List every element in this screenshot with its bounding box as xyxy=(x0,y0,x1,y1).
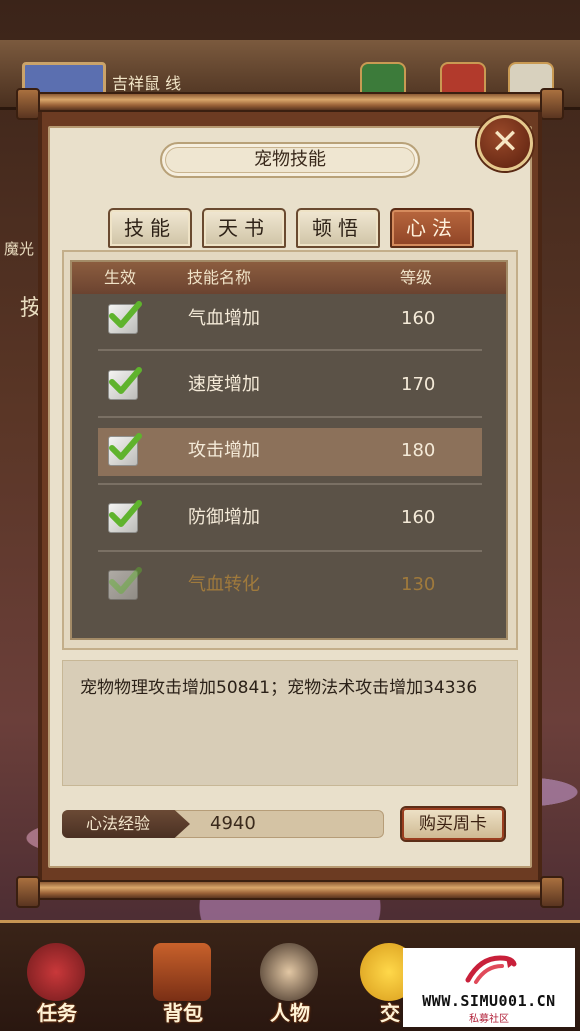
checkmark-icon xyxy=(109,367,142,394)
tab-skills[interactable]: 技能 xyxy=(108,208,192,248)
tab-enlightenment[interactable]: 顿悟 xyxy=(296,208,380,248)
tab-mind-method-label: 心法 xyxy=(406,216,458,240)
quest-scroll-icon xyxy=(27,943,85,1001)
nav-quest-label: 任务 xyxy=(37,1001,77,1025)
nav-bag[interactable]: 背包 xyxy=(138,943,228,1031)
skill-level: 160 xyxy=(401,308,436,329)
skill-name: 防御增加 xyxy=(188,507,260,528)
nav-character-label: 人物 xyxy=(270,1001,310,1025)
skill-row-disabled[interactable]: 气血转化 130 xyxy=(98,562,482,610)
skill-row-selected[interactable]: 攻击增加 180 xyxy=(98,428,482,476)
scroll-bottom-rod xyxy=(16,876,564,908)
skill-name: 速度增加 xyxy=(188,374,260,395)
dialog-title-plate: 宠物技能 xyxy=(160,142,420,178)
experience-value: 4940 xyxy=(210,813,256,834)
watermark-subtitle: 私募社区 xyxy=(469,1014,509,1025)
nav-bag-label: 背包 xyxy=(163,1001,203,1025)
dialog-title: 宠物技能 xyxy=(254,149,326,170)
watermark: WWW.SIMU001.CN 私募社区 xyxy=(403,948,575,1027)
tab-skills-label: 技能 xyxy=(124,216,176,240)
character-portrait-icon xyxy=(260,943,318,1001)
checkmark-icon xyxy=(109,433,142,460)
player-name: 吉祥鼠 线 xyxy=(112,74,182,93)
nav-quest[interactable]: 任务 xyxy=(12,943,102,1031)
header-level: 等级 xyxy=(400,268,433,287)
experience-label: 心法经验 xyxy=(86,814,151,833)
tab-heavenly-book[interactable]: 天书 xyxy=(202,208,286,248)
row-divider xyxy=(98,483,482,485)
skill-row[interactable]: 气血增加 160 xyxy=(98,296,482,344)
skill-name: 气血转化 xyxy=(188,574,260,595)
buy-weekly-card-button[interactable]: 购买周卡 xyxy=(400,806,506,842)
tab-heavenly-book-label: 天书 xyxy=(218,216,270,240)
treasure-chest-icon xyxy=(153,943,211,1001)
watermark-url: WWW.SIMU001.CN xyxy=(422,992,556,1010)
skill-level: 160 xyxy=(401,507,436,528)
skill-level: 180 xyxy=(401,440,436,461)
experience-label-plate: 心法经验 xyxy=(62,810,190,838)
skill-description: 宠物物理攻击增加50841；宠物法术攻击增加34336 xyxy=(80,678,478,698)
row-divider xyxy=(98,550,482,552)
skill-name: 攻击增加 xyxy=(188,440,260,461)
tab-enlightenment-label: 顿悟 xyxy=(312,216,364,240)
buy-weekly-card-label: 购买周卡 xyxy=(419,814,487,834)
skill-name: 气血增加 xyxy=(188,308,260,329)
simu-logo-icon xyxy=(465,955,517,984)
checkmark-icon xyxy=(109,301,142,328)
close-button[interactable]: ✕ xyxy=(477,115,533,171)
checkmark-icon xyxy=(109,500,142,527)
header-skill-name: 技能名称 xyxy=(187,268,252,287)
checkmark-icon xyxy=(109,567,142,594)
row-divider xyxy=(98,416,482,418)
close-x-icon: ✕ xyxy=(490,122,520,162)
skill-level: 170 xyxy=(401,374,436,395)
row-divider xyxy=(98,349,482,351)
scroll-top-rod xyxy=(16,88,564,120)
skill-row[interactable]: 速度增加 170 xyxy=(98,362,482,410)
side-label: 魔光 xyxy=(4,240,35,258)
header-enabled: 生效 xyxy=(104,268,137,287)
skill-level: 130 xyxy=(401,574,436,595)
skill-row[interactable]: 防御增加 160 xyxy=(98,495,482,543)
skill-table-header: 生效 技能名称 等级 xyxy=(72,262,506,294)
tab-mind-method[interactable]: 心法 xyxy=(390,208,474,248)
nav-character[interactable]: 人物 xyxy=(245,943,335,1031)
